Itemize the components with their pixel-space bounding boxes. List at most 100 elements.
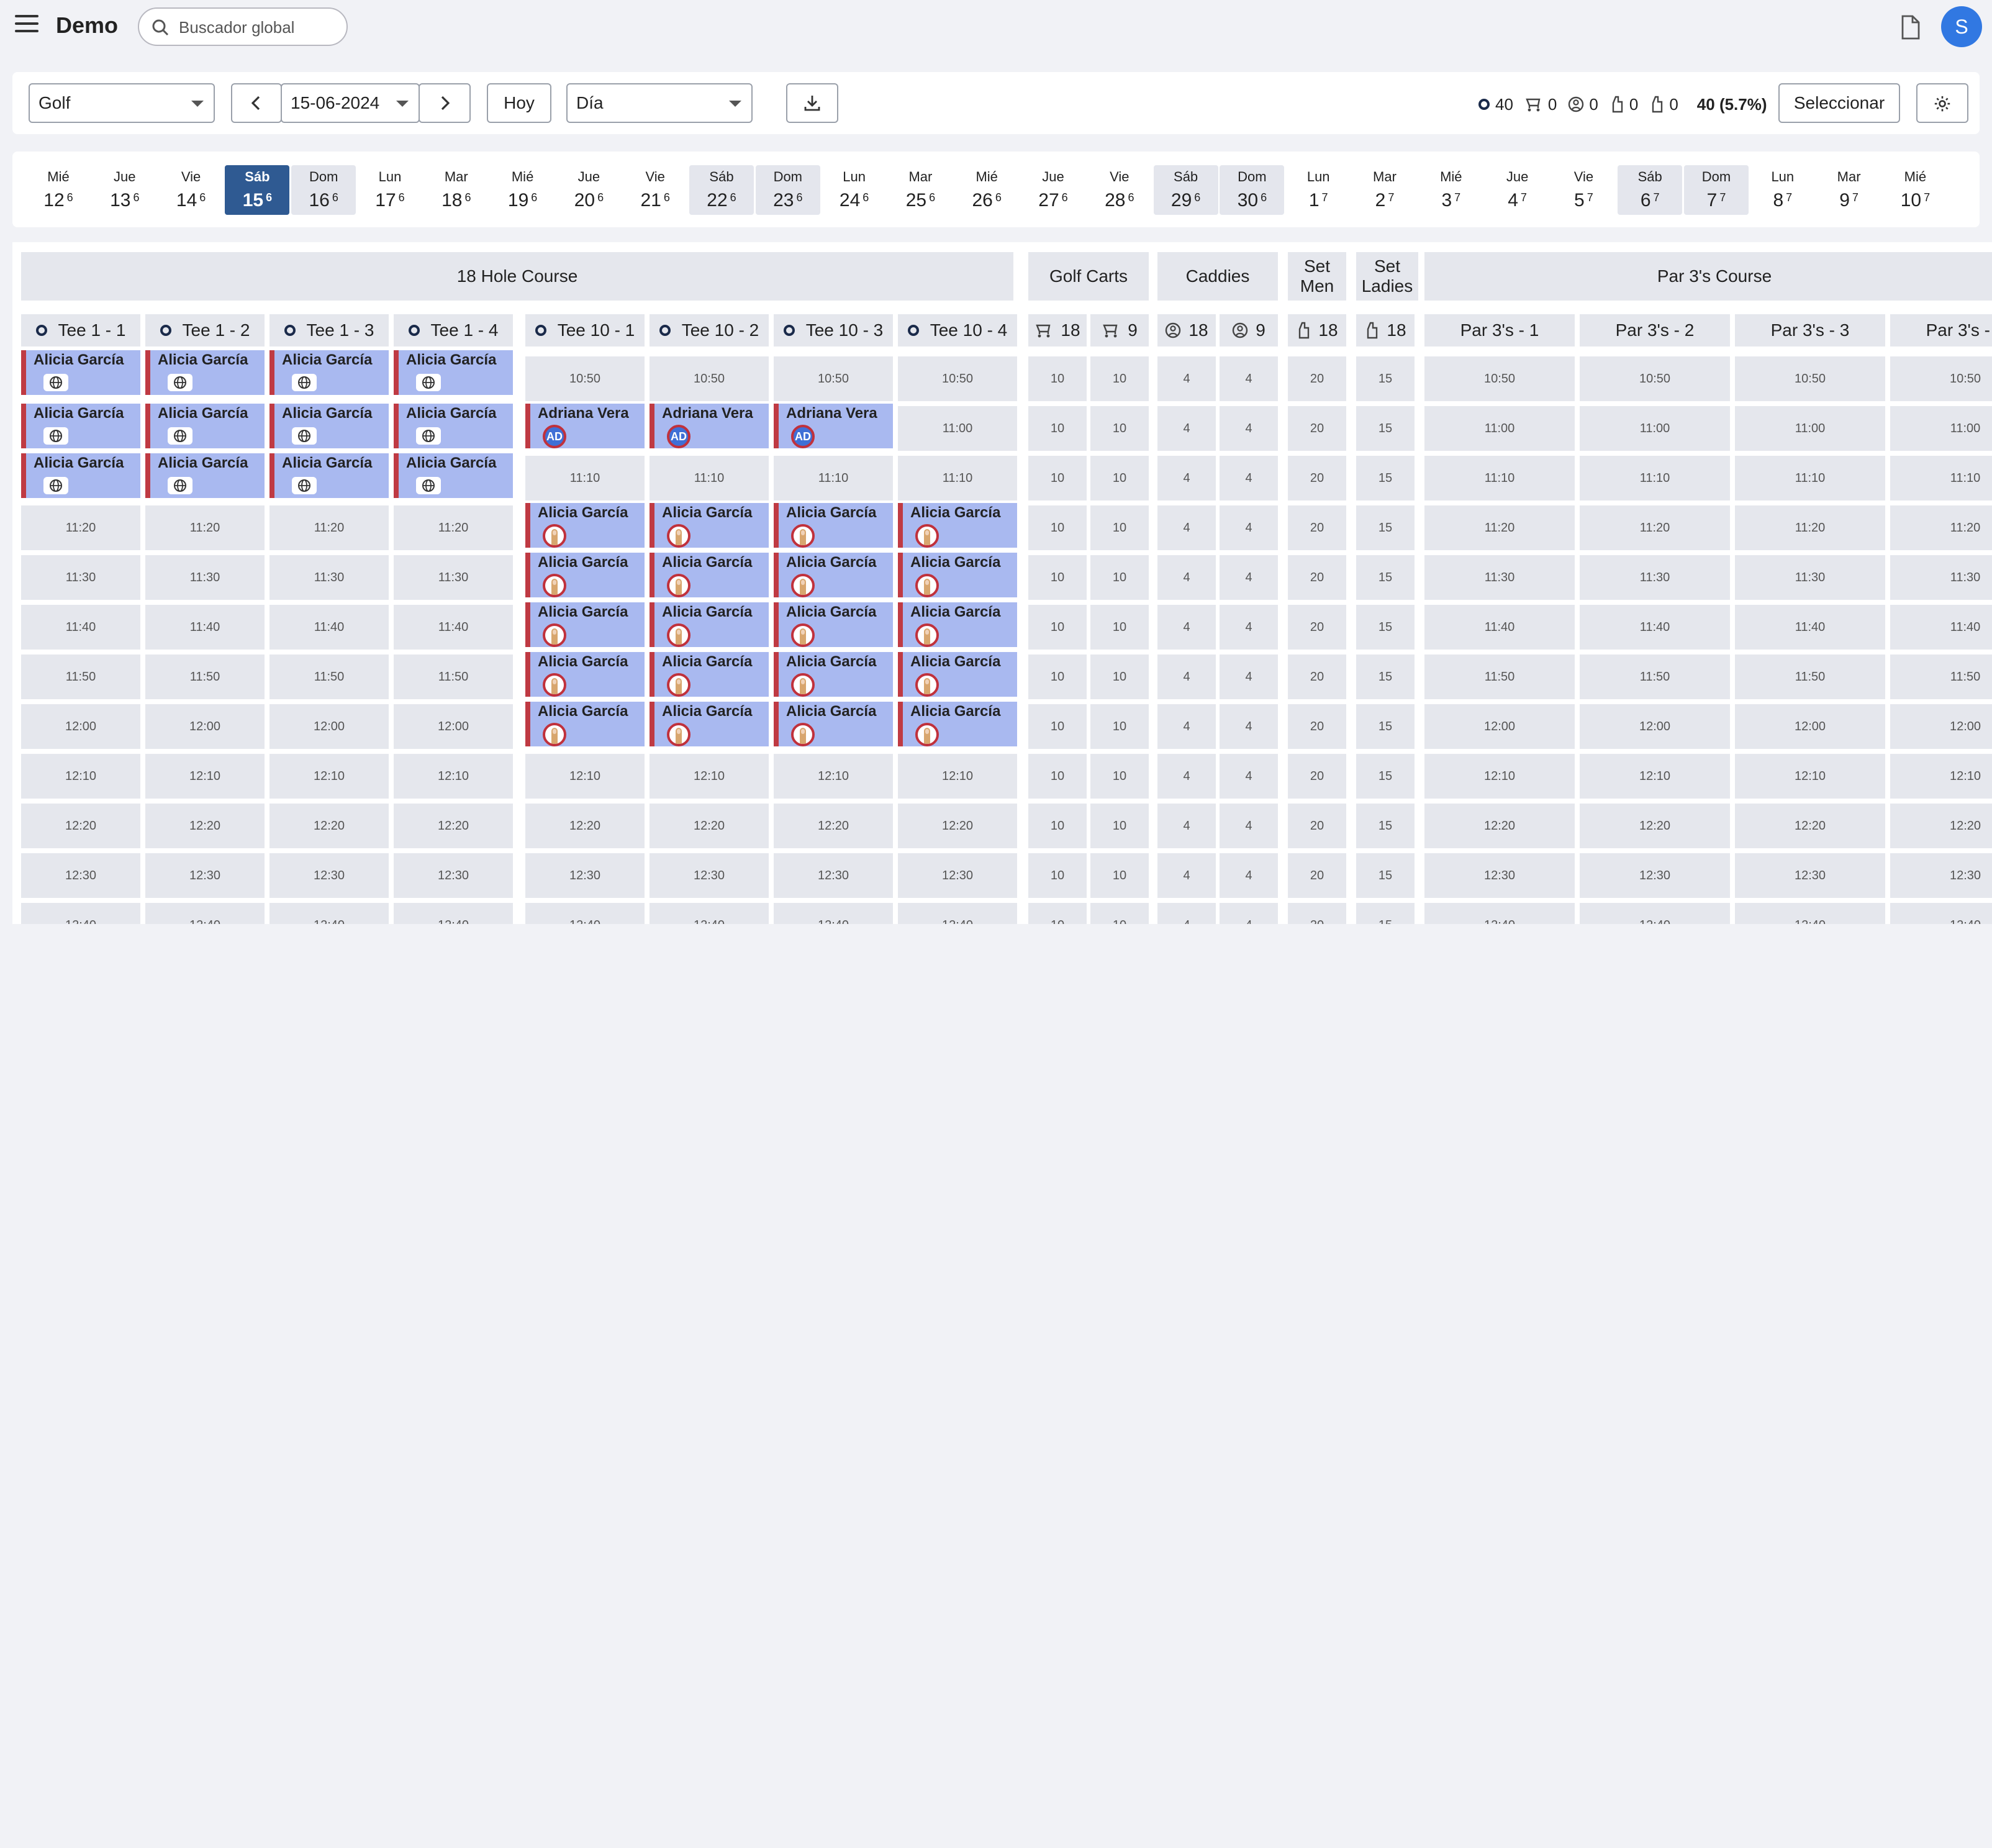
download-button[interactable]: [786, 83, 838, 123]
search-input[interactable]: [179, 15, 338, 40]
resource-count-cell[interactable]: 10: [1090, 654, 1149, 699]
time-slot[interactable]: 12:00: [1890, 704, 1992, 749]
time-slot[interactable]: 10:50: [1735, 356, 1885, 401]
date-picker[interactable]: 15-06-2024: [281, 83, 420, 123]
resource-count-cell[interactable]: 4: [1220, 853, 1278, 898]
time-slot[interactable]: 11:10: [1424, 456, 1575, 500]
time-slot[interactable]: 11:30: [1580, 555, 1730, 600]
time-slot[interactable]: 11:00: [898, 406, 1017, 451]
resource-count-cell[interactable]: 20: [1288, 754, 1346, 799]
column-header[interactable]: Tee 10 - 1: [525, 314, 645, 346]
resource-count-cell[interactable]: 20: [1288, 605, 1346, 650]
day-4-7[interactable]: Jue 4 7: [1485, 165, 1550, 215]
column-header[interactable]: 18: [1028, 314, 1087, 346]
day-22-6[interactable]: Sáb 22 6: [689, 165, 754, 215]
booking-alicia-garcia[interactable]: Alicia García: [774, 553, 893, 597]
time-slot[interactable]: 12:40: [898, 903, 1017, 924]
resource-count-cell[interactable]: 10: [1090, 704, 1149, 749]
time-slot[interactable]: 12:10: [1424, 754, 1575, 799]
column-header[interactable]: Tee 10 - 3: [774, 314, 893, 346]
day-16-6[interactable]: Dom 16 6: [291, 165, 356, 215]
booking-alicia-garcia[interactable]: Alicia García: [394, 404, 513, 448]
booking-alicia-garcia[interactable]: Alicia García: [145, 404, 265, 448]
resource-count-cell[interactable]: 4: [1220, 456, 1278, 500]
time-slot[interactable]: 12:40: [650, 903, 769, 924]
resource-count-cell[interactable]: 15: [1356, 903, 1415, 924]
time-slot[interactable]: 11:20: [1424, 505, 1575, 550]
day-1-7[interactable]: Lun 1 7: [1286, 165, 1351, 215]
booking-adriana-vera[interactable]: Adriana Vera AD: [525, 404, 645, 448]
time-slot[interactable]: 12:00: [1424, 704, 1575, 749]
time-slot[interactable]: 12:20: [145, 804, 265, 848]
resource-count-cell[interactable]: 4: [1220, 754, 1278, 799]
column-header[interactable]: Par 3's - 4: [1890, 314, 1992, 346]
global-search[interactable]: [138, 7, 348, 46]
resource-count-cell[interactable]: 15: [1356, 704, 1415, 749]
column-header[interactable]: 18: [1356, 314, 1415, 346]
resource-count-cell[interactable]: 4: [1157, 654, 1216, 699]
time-slot[interactable]: 11:50: [145, 654, 265, 699]
time-slot[interactable]: 12:00: [269, 704, 389, 749]
column-header[interactable]: Tee 1 - 4: [394, 314, 513, 346]
time-slot[interactable]: 12:20: [774, 804, 893, 848]
time-slot[interactable]: 10:50: [898, 356, 1017, 401]
booking-alicia-garcia[interactable]: Alicia García: [525, 602, 645, 647]
column-header[interactable]: Tee 10 - 2: [650, 314, 769, 346]
booking-alicia-garcia[interactable]: Alicia García: [145, 350, 265, 395]
resource-count-cell[interactable]: 4: [1157, 754, 1216, 799]
time-slot[interactable]: 12:40: [1735, 903, 1885, 924]
time-slot[interactable]: 12:10: [774, 754, 893, 799]
day-29-6[interactable]: Sáb 29 6: [1153, 165, 1218, 215]
resource-count-cell[interactable]: 10: [1090, 853, 1149, 898]
time-slot[interactable]: 11:20: [1890, 505, 1992, 550]
time-slot[interactable]: 12:00: [21, 704, 140, 749]
view-select[interactable]: Día: [566, 83, 753, 123]
booking-alicia-garcia[interactable]: Alicia García: [525, 702, 645, 746]
time-slot[interactable]: 10:50: [525, 356, 645, 401]
time-slot[interactable]: 11:20: [21, 505, 140, 550]
resource-count-cell[interactable]: 10: [1028, 903, 1087, 924]
resource-count-cell[interactable]: 15: [1356, 654, 1415, 699]
booking-alicia-garcia[interactable]: Alicia García: [898, 553, 1017, 597]
day-7-7[interactable]: Dom 7 7: [1684, 165, 1749, 215]
day-9-7[interactable]: Mar 9 7: [1817, 165, 1881, 215]
booking-alicia-garcia[interactable]: Alicia García: [269, 453, 389, 498]
time-slot[interactable]: 11:10: [1580, 456, 1730, 500]
time-slot[interactable]: 12:10: [1735, 754, 1885, 799]
time-slot[interactable]: 11:50: [21, 654, 140, 699]
day-23-6[interactable]: Dom 23 6: [755, 165, 820, 215]
time-slot[interactable]: 12:10: [145, 754, 265, 799]
day-19-6[interactable]: Mié 19 6: [491, 165, 555, 215]
day-27-6[interactable]: Jue 27 6: [1021, 165, 1085, 215]
today-button[interactable]: Hoy: [487, 83, 551, 123]
column-header[interactable]: Tee 10 - 4: [898, 314, 1017, 346]
time-slot[interactable]: 12:30: [898, 853, 1017, 898]
resource-count-cell[interactable]: 15: [1356, 754, 1415, 799]
time-slot[interactable]: 11:40: [1735, 605, 1885, 650]
column-header[interactable]: Tee 1 - 3: [269, 314, 389, 346]
facility-select[interactable]: Golf: [29, 83, 215, 123]
time-slot[interactable]: 11:20: [1580, 505, 1730, 550]
resource-count-cell[interactable]: 4: [1220, 654, 1278, 699]
column-header[interactable]: Par 3's - 1: [1424, 314, 1575, 346]
hamburger-menu-icon[interactable]: [15, 15, 38, 35]
time-slot[interactable]: 12:10: [1580, 754, 1730, 799]
resource-count-cell[interactable]: 15: [1356, 456, 1415, 500]
time-slot[interactable]: 12:40: [145, 903, 265, 924]
prev-day-button[interactable]: [231, 83, 282, 123]
time-slot[interactable]: 11:40: [1890, 605, 1992, 650]
resource-count-cell[interactable]: 4: [1220, 406, 1278, 451]
resource-count-cell[interactable]: 4: [1220, 903, 1278, 924]
resource-count-cell[interactable]: 10: [1090, 555, 1149, 600]
time-slot[interactable]: 12:10: [650, 754, 769, 799]
day-28-6[interactable]: Vie 28 6: [1087, 165, 1152, 215]
day-20-6[interactable]: Jue 20 6: [556, 165, 621, 215]
time-slot[interactable]: 12:00: [145, 704, 265, 749]
resource-count-cell[interactable]: 4: [1157, 903, 1216, 924]
time-slot[interactable]: 12:00: [1580, 704, 1730, 749]
time-slot[interactable]: 12:20: [898, 804, 1017, 848]
resource-count-cell[interactable]: 20: [1288, 804, 1346, 848]
day-18-6[interactable]: Mar 18 6: [424, 165, 489, 215]
time-slot[interactable]: 11:10: [525, 456, 645, 500]
time-slot[interactable]: 10:50: [774, 356, 893, 401]
